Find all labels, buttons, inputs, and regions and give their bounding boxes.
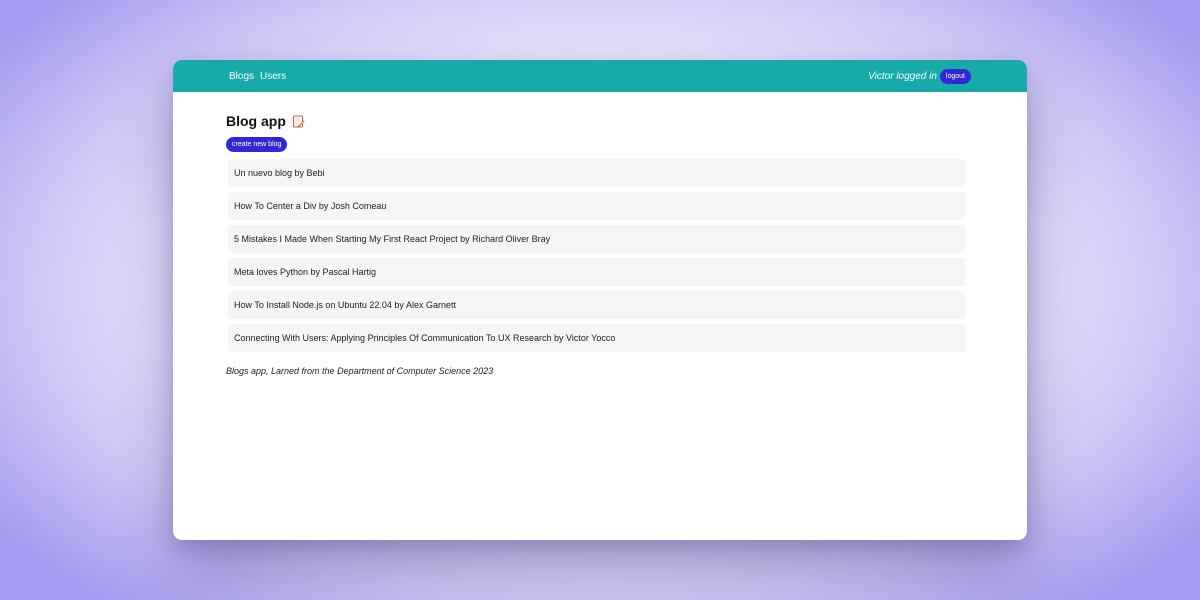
nav-link-users[interactable]: Users — [260, 71, 286, 82]
blog-list-item[interactable]: Meta loves Python by Pascal Hartig — [228, 258, 965, 286]
title-row: Blog app — [226, 113, 971, 129]
blog-list: Un nuevo blog by Bebi How To Center a Di… — [226, 159, 971, 352]
app-window: Blogs Users Victor logged in logout Blog… — [173, 60, 1027, 540]
blog-list-item[interactable]: How To Install Node.js on Ubuntu 22.04 b… — [228, 291, 965, 319]
blog-list-item[interactable]: How To Center a Div by Josh Comeau — [228, 192, 965, 220]
user-status: Victor logged in logout — [868, 60, 971, 92]
nav-links: Blogs Users — [229, 60, 286, 92]
blog-list-item[interactable]: Connecting With Users: Applying Principl… — [228, 324, 965, 352]
footer-text: Blogs app, Larned from the Department of… — [226, 366, 494, 376]
nav-link-blogs[interactable]: Blogs — [229, 71, 254, 82]
navbar: Blogs Users Victor logged in logout — [173, 60, 1027, 92]
create-new-blog-button[interactable]: create new blog — [226, 137, 288, 152]
logged-in-text: Victor logged in — [868, 70, 937, 82]
blog-list-item[interactable]: 5 Mistakes I Made When Starting My First… — [228, 225, 965, 253]
blog-list-item[interactable]: Un nuevo blog by Bebi — [228, 159, 965, 187]
page-title: Blog app — [226, 113, 286, 129]
memo-icon — [292, 115, 305, 128]
main-content: Blog app create new blog Un nuevo blog b… — [226, 113, 971, 376]
logout-button[interactable]: logout — [939, 68, 971, 84]
